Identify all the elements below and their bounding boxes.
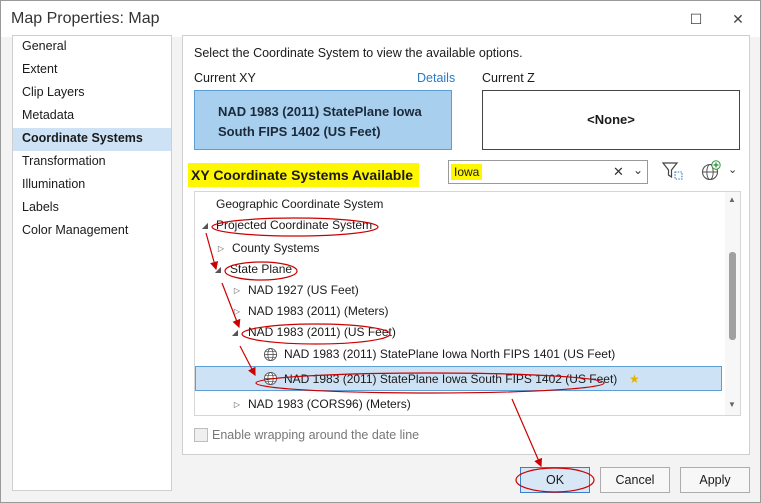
current-xy-line2: South FIPS 1402 (US Feet) [218,124,381,139]
tree-row[interactable]: ▷ County Systems [195,238,725,259]
expanded-arrow-icon[interactable]: ◢ [213,259,223,280]
tree-row[interactable]: NAD 1983 (2011) StatePlane Iowa North FI… [195,344,725,365]
scroll-down-icon[interactable]: ▼ [728,400,736,409]
sidebar-item-general[interactable]: General [13,36,171,59]
collapsed-arrow-icon[interactable]: ▷ [232,280,242,301]
maximize-icon[interactable]: ☐ [685,9,707,29]
scroll-thumb[interactable] [729,252,736,340]
tree-row[interactable]: ◢ Projected Coordinate System [195,215,725,236]
tree-row-selected[interactable]: NAD 1983 (2011) StatePlane Iowa South FI… [195,366,722,391]
tree-row[interactable]: ◢ State Plane [195,259,725,280]
scroll-up-icon[interactable]: ▲ [728,195,736,204]
current-z-box[interactable]: <None> [482,90,740,150]
current-xy-box[interactable]: NAD 1983 (2011) StatePlane Iowa South FI… [194,90,452,150]
tree-row-label: NAD 1927 (US Feet) [248,283,359,297]
sidebar-item-clip-layers[interactable]: Clip Layers [13,82,171,105]
sidebar-item-illumination[interactable]: Illumination [13,174,171,197]
apply-button[interactable]: Apply [680,467,750,493]
current-xy-line1: NAD 1983 (2011) StatePlane Iowa [218,104,422,119]
favorite-star-icon[interactable]: ★ [629,369,640,390]
instruction-text: Select the Coordinate System to view the… [194,46,523,60]
tree-row-label: NAD 1983 (2011) StatePlane Iowa North FI… [284,347,616,361]
window-title: Map Properties: Map [11,10,160,27]
clear-search-icon[interactable]: ✕ [613,164,624,180]
tree-row-label: NAD 1983 (2011) StatePlane Iowa South FI… [284,372,618,386]
collapsed-arrow-icon[interactable]: ▷ [232,301,242,322]
wrap-dateline-label: Enable wrapping around the date line [212,428,420,442]
tree-row[interactable]: ◢ NAD 1983 (2011) (US Feet) [195,322,725,343]
map-properties-dialog: Map Properties: Map ☐ ✕ General Extent C… [0,0,761,503]
globe-dropdown-icon[interactable]: ⌄ [728,163,737,176]
search-input[interactable]: Iowa ✕ ⌄ [448,160,648,184]
details-link[interactable]: Details [417,71,455,85]
tree-row-label: NAD 1983 (2011) (Meters) [248,304,389,318]
sidebar-item-labels[interactable]: Labels [13,197,171,220]
search-value: Iowa [451,164,483,180]
sidebar-item-metadata[interactable]: Metadata [13,105,171,128]
globe-icon [263,347,278,362]
tree-row[interactable]: ▷ NAD 1983 (CORS96) (Meters) [195,394,725,415]
globe-icon [263,371,278,386]
title-bar: Map Properties: Map ☐ ✕ [1,1,760,37]
sidebar-item-color-management[interactable]: Color Management [13,220,171,243]
sidebar-item-transformation[interactable]: Transformation [13,151,171,174]
tree-row[interactable]: ▷ NAD 1927 (US Feet) [195,280,725,301]
tree-row-label: County Systems [232,241,320,255]
tree-scrollbar[interactable]: ▲ ▼ [725,192,740,415]
tree-row[interactable]: Geographic Coordinate System [195,194,725,215]
sidebar-item-extent[interactable]: Extent [13,59,171,82]
add-globe-icon[interactable] [700,160,722,182]
tree-row-label: Geographic Coordinate System [216,197,384,211]
tree-row-label: State Plane [230,262,293,276]
collapsed-arrow-icon[interactable]: ▷ [232,394,242,415]
close-icon[interactable]: ✕ [727,9,749,29]
tree-row[interactable]: ▷ NAD 1983 (2011) (Meters) [195,301,725,322]
search-dropdown-icon[interactable]: ⌄ [633,163,643,177]
wrap-dateline-checkbox[interactable] [194,428,208,442]
ok-button[interactable]: OK [520,467,590,493]
cancel-button[interactable]: Cancel [600,467,670,493]
filter-icon[interactable] [661,160,683,182]
current-z-label: Current Z [482,71,535,85]
tree-row-label: NAD 1983 (2011) (US Feet) [248,325,396,339]
sidebar: General Extent Clip Layers Metadata Coor… [12,35,172,491]
current-xy-label: Current XY [194,71,256,85]
available-systems-title: XY Coordinate Systems Available [188,163,420,187]
coordinate-system-tree[interactable]: Geographic Coordinate System ◢ Projected… [194,191,741,416]
tree-row-label: NAD 1983 (CORS96) (Meters) [248,397,411,411]
coordinate-systems-panel: Select the Coordinate System to view the… [182,35,750,455]
sidebar-item-coordinate-systems[interactable]: Coordinate Systems [13,128,171,151]
tree-row-label: Projected Coordinate System [216,218,373,232]
expanded-arrow-icon[interactable]: ◢ [200,215,210,236]
expanded-arrow-icon[interactable]: ◢ [230,322,240,343]
collapsed-arrow-icon[interactable]: ▷ [216,238,226,259]
